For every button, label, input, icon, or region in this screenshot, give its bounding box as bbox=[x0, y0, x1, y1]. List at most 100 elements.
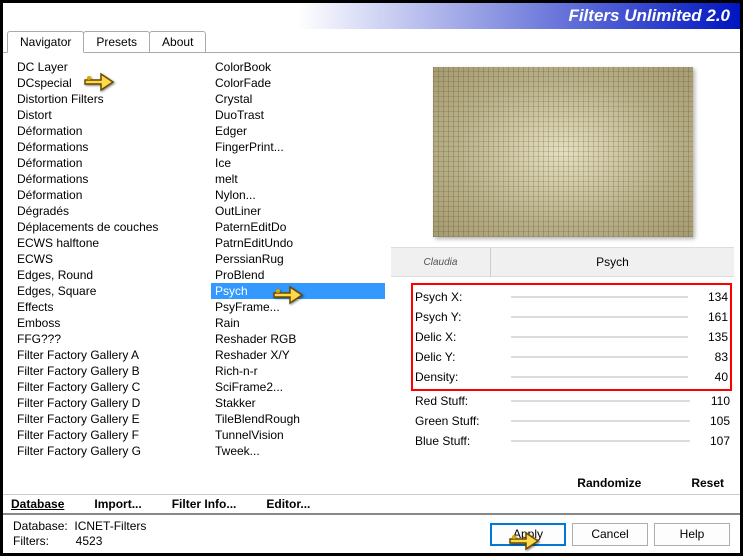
category-item[interactable]: Distort bbox=[13, 107, 207, 123]
slider-track[interactable] bbox=[511, 440, 690, 442]
tab-navigator[interactable]: Navigator bbox=[7, 31, 84, 53]
filter-item[interactable]: ColorBook bbox=[211, 59, 385, 75]
slider-row: Psych X: 134 bbox=[415, 287, 728, 307]
slider-row: Psych Y: 161 bbox=[415, 307, 728, 327]
filter-item[interactable]: Nylon... bbox=[211, 187, 385, 203]
preview-panel: Claudia Psych Psych X: 134 Psych Y: 161 Deli… bbox=[389, 59, 736, 492]
category-item[interactable]: Effects bbox=[13, 299, 207, 315]
titlebar: Filters Unlimited 2.0 bbox=[3, 3, 740, 29]
slider-label: Red Stuff: bbox=[415, 394, 505, 408]
slider-label: Psych Y: bbox=[415, 310, 505, 324]
category-item[interactable]: Filter Factory Gallery A bbox=[13, 347, 207, 363]
current-filter-name: Psych bbox=[491, 255, 734, 269]
category-item[interactable]: Déformations bbox=[13, 139, 207, 155]
category-item[interactable]: Déformation bbox=[13, 155, 207, 171]
slider-label: Blue Stuff: bbox=[415, 434, 505, 448]
filter-item[interactable]: FingerPrint... bbox=[211, 139, 385, 155]
status-info: Database: ICNET-Filters Filters: 4523 bbox=[13, 519, 146, 549]
slider-row: Red Stuff: 110 bbox=[415, 391, 730, 411]
category-item[interactable]: Déformation bbox=[13, 187, 207, 203]
category-item[interactable]: FFG??? bbox=[13, 331, 207, 347]
editor-button[interactable]: Editor... bbox=[266, 497, 310, 511]
filter-item[interactable]: Ice bbox=[211, 155, 385, 171]
filter-item[interactable]: Stakker bbox=[211, 395, 385, 411]
category-item[interactable]: Dégradés bbox=[13, 203, 207, 219]
database-button[interactable]: Database bbox=[11, 497, 64, 511]
slider-value: 107 bbox=[696, 434, 730, 448]
reset-button[interactable]: Reset bbox=[691, 476, 724, 490]
tab-about[interactable]: About bbox=[149, 31, 206, 52]
app-title: Filters Unlimited 2.0 bbox=[568, 6, 730, 26]
slider-label: Density: bbox=[415, 370, 505, 384]
filter-item[interactable]: Rain bbox=[211, 315, 385, 331]
slider-label: Green Stuff: bbox=[415, 414, 505, 428]
filter-item[interactable]: ColorFade bbox=[211, 75, 385, 91]
filter-item[interactable]: TileBlendRough bbox=[211, 411, 385, 427]
category-item[interactable]: Emboss bbox=[13, 315, 207, 331]
slider-track[interactable] bbox=[511, 356, 688, 358]
slider-value: 83 bbox=[694, 350, 728, 364]
filter-item[interactable]: Rich-n-r bbox=[211, 363, 385, 379]
category-item[interactable]: Filter Factory Gallery C bbox=[13, 379, 207, 395]
filter-item[interactable]: Crystal bbox=[211, 91, 385, 107]
category-item[interactable]: Filter Factory Gallery E bbox=[13, 411, 207, 427]
slider-track[interactable] bbox=[511, 316, 688, 318]
category-item[interactable]: Déformations bbox=[13, 171, 207, 187]
category-item[interactable]: ECWS bbox=[13, 251, 207, 267]
category-list[interactable]: DC LayerDCspecialDistortion FiltersDisto… bbox=[13, 59, 207, 491]
slider-row: Green Stuff: 105 bbox=[415, 411, 730, 431]
filter-item[interactable]: PerssianRug bbox=[211, 251, 385, 267]
category-item[interactable]: Edges, Square bbox=[13, 283, 207, 299]
category-item[interactable]: Déformation bbox=[13, 123, 207, 139]
filter-preview-image bbox=[433, 67, 693, 237]
category-item[interactable]: Filter Factory Gallery G bbox=[13, 443, 207, 459]
filter-item[interactable]: SciFrame2... bbox=[211, 379, 385, 395]
category-item[interactable]: Filter Factory Gallery F bbox=[13, 427, 207, 443]
slider-track[interactable] bbox=[511, 336, 688, 338]
import-button[interactable]: Import... bbox=[94, 497, 141, 511]
tutorial-pointer-icon bbox=[508, 527, 542, 556]
category-item[interactable]: ECWS halftone bbox=[13, 235, 207, 251]
category-item[interactable]: Filter Factory Gallery D bbox=[13, 395, 207, 411]
highlighted-sliders: Psych X: 134 Psych Y: 161 Delic X: 135 Delic Y… bbox=[411, 283, 732, 391]
filter-info-button[interactable]: Filter Info... bbox=[172, 497, 237, 511]
category-item[interactable]: Filter Factory Gallery B bbox=[13, 363, 207, 379]
slider-value: 135 bbox=[694, 330, 728, 344]
help-button[interactable]: Help bbox=[654, 523, 730, 546]
slider-track[interactable] bbox=[511, 296, 688, 298]
author-stamp: Claudia bbox=[391, 247, 491, 277]
randomize-button[interactable]: Randomize bbox=[577, 476, 641, 490]
filter-item[interactable]: Reshader X/Y bbox=[211, 347, 385, 363]
slider-track[interactable] bbox=[511, 420, 690, 422]
tab-strip: Navigator Presets About bbox=[3, 31, 740, 53]
filter-item[interactable]: OutLiner bbox=[211, 203, 385, 219]
slider-value: 161 bbox=[694, 310, 728, 324]
filter-item[interactable]: PatrnEditUndo bbox=[211, 235, 385, 251]
filter-list[interactable]: ColorBookColorFadeCrystalDuoTrastEdgerFi… bbox=[211, 59, 385, 491]
slider-label: Psych X: bbox=[415, 290, 505, 304]
tab-presets[interactable]: Presets bbox=[83, 31, 150, 52]
slider-track[interactable] bbox=[511, 400, 690, 402]
slider-track[interactable] bbox=[511, 376, 688, 378]
filter-item[interactable]: Edger bbox=[211, 123, 385, 139]
filter-item[interactable]: melt bbox=[211, 171, 385, 187]
slider-value: 110 bbox=[696, 394, 730, 408]
slider-label: Delic Y: bbox=[415, 350, 505, 364]
cancel-button[interactable]: Cancel bbox=[572, 523, 648, 546]
tutorial-pointer-icon bbox=[83, 68, 117, 97]
category-item[interactable]: Edges, Round bbox=[13, 267, 207, 283]
filter-item[interactable]: PaternEditDo bbox=[211, 219, 385, 235]
filter-item[interactable]: TunnelVision bbox=[211, 427, 385, 443]
tutorial-pointer-icon bbox=[272, 281, 306, 310]
filter-item[interactable]: DuoTrast bbox=[211, 107, 385, 123]
slider-label: Delic X: bbox=[415, 330, 505, 344]
category-item[interactable]: Déplacements de couches bbox=[13, 219, 207, 235]
slider-value: 105 bbox=[696, 414, 730, 428]
toolbar: Database Import... Filter Info... Editor… bbox=[3, 494, 740, 513]
filter-item[interactable]: Tweek... bbox=[211, 443, 385, 459]
slider-row: Delic Y: 83 bbox=[415, 347, 728, 367]
slider-row: Density:40 bbox=[415, 367, 728, 387]
slider-value: 134 bbox=[694, 290, 728, 304]
slider-row: Delic X: 135 bbox=[415, 327, 728, 347]
filter-item[interactable]: Reshader RGB bbox=[211, 331, 385, 347]
